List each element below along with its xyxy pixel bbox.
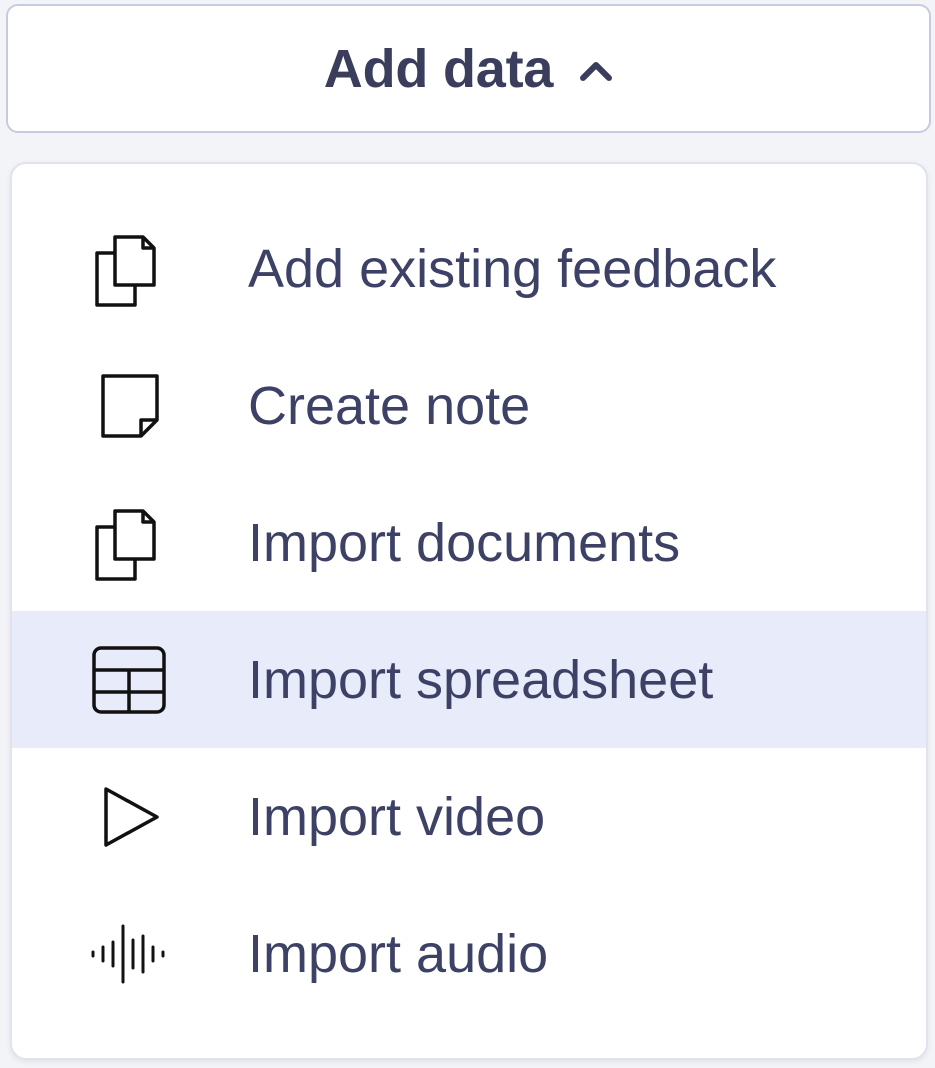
menu-item-import-video[interactable]: Import video [12, 748, 926, 885]
chevron-up-icon [579, 60, 613, 82]
audio-waveform-icon [88, 913, 170, 995]
add-data-button[interactable]: Add data [6, 4, 931, 133]
menu-item-create-note[interactable]: Create note [12, 337, 926, 474]
menu-item-import-spreadsheet[interactable]: Import spreadsheet [12, 611, 926, 748]
add-data-label: Add data [323, 38, 554, 99]
play-icon [88, 776, 170, 858]
menu-item-label: Add existing feedback [248, 238, 777, 299]
menu-item-label: Create note [248, 375, 531, 436]
spreadsheet-icon [88, 639, 170, 721]
menu-item-label: Import spreadsheet [248, 649, 714, 710]
menu-item-label: Import video [248, 786, 546, 847]
menu-item-add-existing-feedback[interactable]: Add existing feedback [12, 200, 926, 337]
documents-icon [88, 502, 170, 584]
menu-item-import-documents[interactable]: Import documents [12, 474, 926, 611]
note-icon [88, 365, 170, 447]
menu-item-import-audio[interactable]: Import audio [12, 885, 926, 1022]
copy-icon [88, 228, 170, 310]
menu-item-label: Import documents [248, 512, 681, 573]
menu-item-label: Import audio [248, 923, 549, 984]
add-data-menu: Add existing feedback Create note Import… [10, 162, 928, 1060]
